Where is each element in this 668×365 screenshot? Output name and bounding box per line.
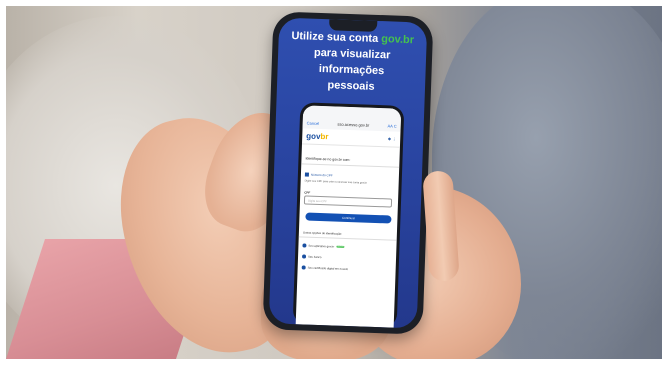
option-app-label: Seu aplicativo gov.br <box>308 243 335 249</box>
cloud-icon <box>301 264 306 270</box>
browser-bar: Cancel sso.acesso.gov.br AA C <box>302 105 402 132</box>
headline-line1: Utilize sua conta <box>291 29 382 46</box>
url-text[interactable]: sso.acesso.gov.br <box>337 122 369 128</box>
govbr-logo: govbr <box>306 131 329 142</box>
bank-icon <box>302 253 307 259</box>
id-card-icon <box>304 172 309 177</box>
inner-phone-screen: Cancel sso.acesso.gov.br AA C govbr ✱ ⋮ … <box>295 105 402 328</box>
headline-line2: para visualizar informações <box>313 46 391 78</box>
headline-brand: gov.br <box>381 33 415 47</box>
headline: Utilize sua conta gov.br para visualizar… <box>281 28 423 97</box>
option-certificate-label: Seu certificado digital em nuvem <box>307 265 349 271</box>
option-certificate[interactable]: Seu certificado digital em nuvem <box>298 259 396 273</box>
cancel-link[interactable]: Cancel <box>307 121 320 126</box>
smartphone: Utilize sua conta gov.br para visualizar… <box>262 11 434 335</box>
browser-controls[interactable]: AA C <box>387 123 396 128</box>
new-badge: NOVO <box>336 245 345 248</box>
menu-icon[interactable]: ✱ ⋮ <box>388 136 397 141</box>
option-bank-label: Seu banco <box>308 254 322 259</box>
photo-background: Utilize sua conta gov.br para visualizar… <box>6 6 662 359</box>
cpf-option-label: Número do CPF <box>310 172 333 178</box>
app-icon <box>302 242 307 248</box>
phone-screen: Utilize sua conta gov.br para visualizar… <box>268 17 428 329</box>
inner-phone: Cancel sso.acesso.gov.br AA C govbr ✱ ⋮ … <box>292 102 405 328</box>
